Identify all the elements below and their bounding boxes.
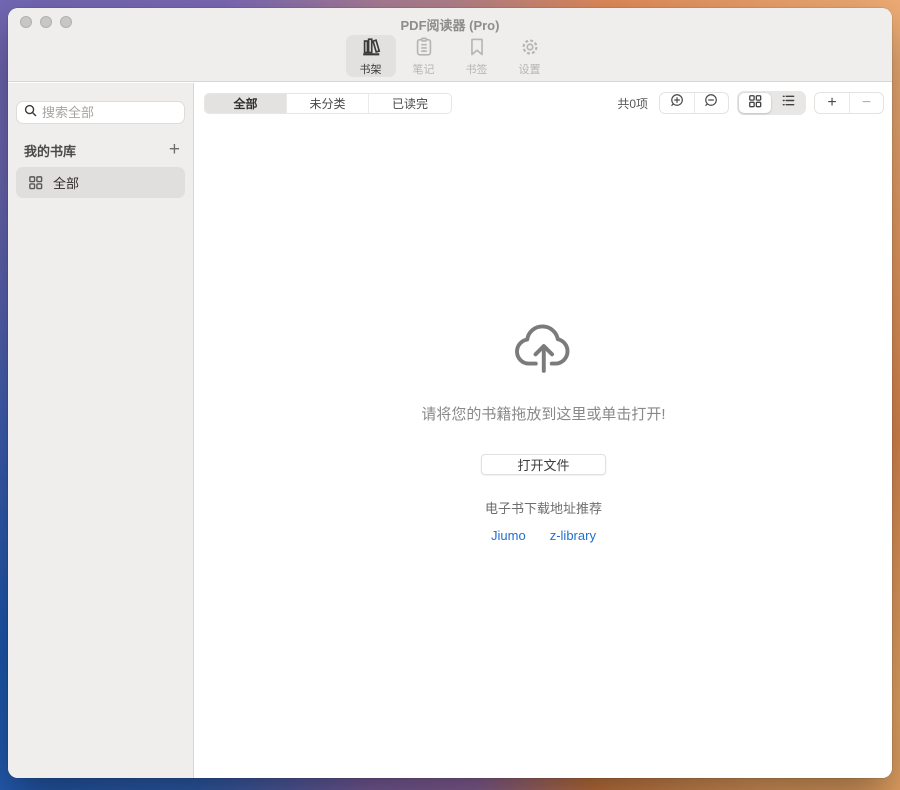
add-remove-group: + − bbox=[814, 92, 884, 114]
add-library-button[interactable]: + bbox=[167, 141, 182, 159]
toolbar-item-bookshelf[interactable]: 书架 bbox=[346, 35, 396, 77]
settings-gear-icon bbox=[519, 36, 541, 63]
bookmark-icon bbox=[466, 36, 488, 63]
right-controls: 共0项 bbox=[617, 91, 884, 115]
grid-icon bbox=[28, 175, 43, 190]
grid-view-icon bbox=[748, 94, 762, 113]
toolbar-item-bookmarks[interactable]: 书签 bbox=[452, 35, 502, 77]
toolbar-label-settings: 设置 bbox=[519, 65, 541, 76]
main-content: 全部 未分类 已读完 共0项 bbox=[195, 83, 892, 778]
window-title: PDF阅读器 (Pro) bbox=[8, 15, 892, 34]
tab-finished[interactable]: 已读完 bbox=[369, 94, 451, 113]
view-mode-control bbox=[737, 91, 806, 115]
minus-icon: − bbox=[862, 95, 871, 111]
search-box[interactable] bbox=[16, 101, 185, 124]
list-view-button[interactable] bbox=[772, 93, 804, 113]
remove-book-button[interactable]: − bbox=[849, 93, 883, 113]
sidebar: 我的书库 + 全部 bbox=[8, 83, 194, 778]
open-file-button[interactable]: 打开文件 bbox=[481, 454, 606, 475]
zoom-in-button[interactable] bbox=[660, 93, 694, 113]
toolbar-label-notes: 笔记 bbox=[413, 65, 435, 76]
filter-tabs: 全部 未分类 已读完 bbox=[204, 93, 452, 114]
toolbar-label-bookmarks: 书签 bbox=[466, 65, 488, 76]
plus-icon: + bbox=[827, 95, 836, 111]
library-section-header: 我的书库 + bbox=[24, 139, 182, 161]
library-section-title: 我的书库 bbox=[24, 141, 76, 160]
grid-view-button[interactable] bbox=[739, 93, 771, 113]
search-input[interactable] bbox=[42, 105, 177, 120]
empty-state: 请将您的书籍拖放到这里或单击打开! 打开文件 电子书下载地址推荐 Jiumo z… bbox=[195, 311, 892, 543]
cloud-upload-icon[interactable] bbox=[511, 311, 577, 382]
sidebar-item-all[interactable]: 全部 bbox=[16, 167, 185, 198]
zoom-control-group bbox=[659, 92, 729, 114]
tab-uncategorized[interactable]: 未分类 bbox=[287, 94, 369, 113]
download-links: Jiumo z-library bbox=[491, 528, 596, 543]
controls-row: 全部 未分类 已读完 共0项 bbox=[204, 91, 884, 115]
empty-state-message: 请将您的书籍拖放到这里或单击打开! bbox=[421, 403, 665, 424]
link-jiumo[interactable]: Jiumo bbox=[491, 528, 526, 543]
window-chrome: PDF阅读器 (Pro) 书架 bbox=[8, 8, 892, 82]
search-icon bbox=[24, 104, 37, 122]
tab-all[interactable]: 全部 bbox=[205, 94, 287, 113]
toolbar-label-bookshelf: 书架 bbox=[360, 65, 382, 76]
item-count: 共0项 bbox=[617, 95, 648, 112]
sidebar-item-label: 全部 bbox=[53, 173, 79, 192]
zoom-out-button[interactable] bbox=[694, 93, 728, 113]
toolbar-item-notes[interactable]: 笔记 bbox=[399, 35, 449, 77]
list-view-icon bbox=[781, 93, 796, 113]
main-toolbar: 书架 笔记 书签 bbox=[8, 35, 892, 77]
zoom-out-icon bbox=[704, 93, 719, 113]
recommend-title: 电子书下载地址推荐 bbox=[485, 498, 602, 517]
link-zlibrary[interactable]: z-library bbox=[550, 528, 596, 543]
notes-icon bbox=[413, 36, 435, 63]
app-window: PDF阅读器 (Pro) 书架 bbox=[8, 8, 892, 778]
add-book-button[interactable]: + bbox=[815, 93, 849, 113]
zoom-in-icon bbox=[670, 93, 685, 113]
bookshelf-icon bbox=[360, 36, 382, 63]
toolbar-item-settings[interactable]: 设置 bbox=[505, 35, 555, 77]
